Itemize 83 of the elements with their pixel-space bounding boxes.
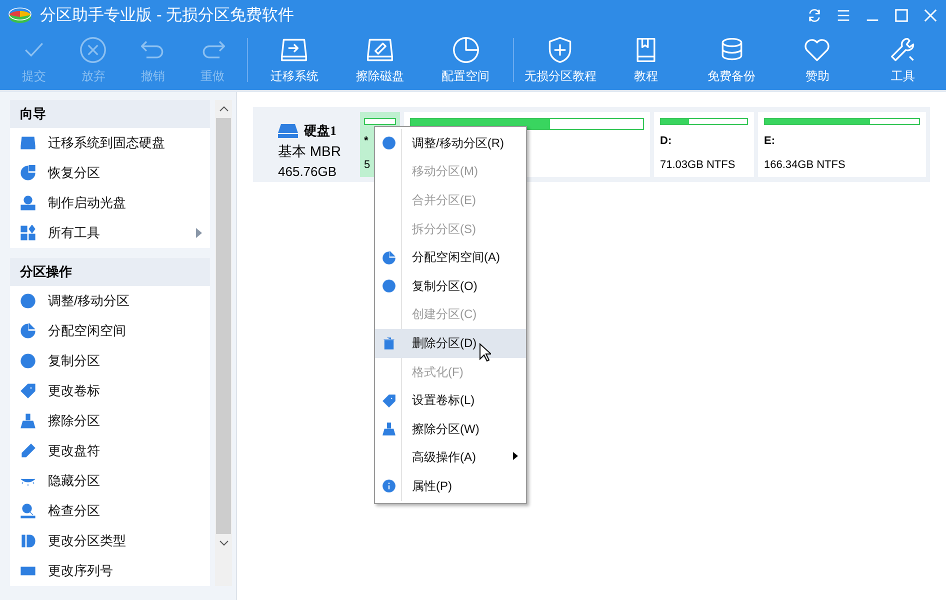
- sidebar-item-label: 分配空闲空间: [48, 322, 126, 340]
- section-header: 分区操作: [10, 258, 210, 286]
- menu-item[interactable]: 设置卷标(L): [375, 386, 526, 415]
- tag-icon: [382, 394, 396, 408]
- menu-item[interactable]: 分配空闲空间(A): [375, 243, 526, 272]
- mouse-cursor-icon: [479, 343, 491, 363]
- sidebar-item-label: 更改盘符: [48, 442, 100, 460]
- sidebar-item[interactable]: 检查分区: [10, 496, 210, 526]
- scroll-down-icon[interactable]: [218, 540, 228, 546]
- sidebar-item[interactable]: 复制分区: [10, 346, 210, 376]
- toolbar-button[interactable]: 工具: [860, 30, 946, 90]
- id-icon: [20, 533, 36, 549]
- toolbar-button[interactable]: 迁移系统: [251, 30, 338, 90]
- app-logo-icon: [8, 5, 32, 25]
- sidebar-item[interactable]: 分配空闲空间: [10, 316, 210, 346]
- toolbar-button[interactable]: 配置空间: [422, 30, 509, 90]
- sidebar-item-label: 检查分区: [48, 502, 100, 520]
- partition-letter: D:: [660, 135, 672, 147]
- search-icon: [20, 503, 36, 519]
- menu-item[interactable]: 擦除分区(W): [375, 414, 526, 444]
- sidebar-item-label: 更改分区类型: [48, 532, 126, 550]
- partition-letter: E:: [764, 135, 775, 147]
- close-icon[interactable]: [923, 8, 938, 22]
- window-title: 分区助手专业版 - 无损分区免费软件: [40, 6, 294, 26]
- sidebar-item[interactable]: 所有工具: [10, 218, 210, 248]
- maximize-icon[interactable]: [894, 8, 909, 22]
- section-header: 向导: [10, 100, 210, 128]
- sidebar-item[interactable]: 调整/移动分区: [10, 286, 210, 316]
- menu-icon[interactable]: [836, 8, 851, 22]
- sidebar-item-label: 复制分区: [48, 352, 100, 370]
- toolbar-button[interactable]: 擦除磁盘: [337, 30, 423, 90]
- sidebar-item[interactable]: 更改序列号: [10, 556, 210, 586]
- toolbar-button[interactable]: 教程: [603, 30, 689, 90]
- sidebar-item-label: 隐藏分区: [48, 472, 100, 490]
- sidebar-item-label: 更改序列号: [48, 562, 113, 580]
- sidebar-item[interactable]: 恢复分区: [10, 158, 210, 188]
- sidebar-item[interactable]: 擦除分区: [10, 406, 210, 436]
- scroll-up-icon[interactable]: [218, 106, 228, 112]
- sidebar-item[interactable]: 更改卷标: [10, 376, 210, 406]
- sidebar-item-label: 制作启动光盘: [48, 194, 126, 212]
- trash-icon: [382, 336, 396, 350]
- partition-info: 71.03GB NTFS: [660, 159, 736, 171]
- menu-item[interactable]: 高级操作(A): [375, 444, 526, 472]
- refresh-icon[interactable]: [807, 8, 822, 22]
- toolbar-button[interactable]: 免费备份: [688, 30, 775, 90]
- partition-info: 5: [364, 159, 370, 171]
- sidebar-item-label: 所有工具: [48, 224, 100, 242]
- sidebar-item-label: 调整/移动分区: [48, 292, 130, 310]
- partition-card[interactable]: E: 166.34GB NTFS: [758, 112, 926, 177]
- menu-item[interactable]: 属性(P): [375, 472, 526, 501]
- menu-item[interactable]: 调整/移动分区(R): [375, 129, 526, 158]
- broom-icon: [382, 422, 396, 436]
- scrollbar[interactable]: [215, 100, 232, 586]
- disk-size: 465.76GB: [278, 164, 338, 179]
- toolbar-button[interactable]: 无损分区教程: [517, 30, 604, 90]
- info-icon: [382, 479, 396, 494]
- sidebar-item[interactable]: 更改盘符: [10, 436, 210, 466]
- sidebar-item-label: 恢复分区: [48, 164, 100, 182]
- sidebar-item-label: 更改卷标: [48, 382, 100, 400]
- grid-icon: [20, 225, 36, 241]
- pie-icon: [20, 323, 36, 339]
- hard-drive-icon: [278, 124, 298, 138]
- sidebar-item[interactable]: 制作启动光盘: [10, 188, 210, 218]
- partition-card[interactable]: D: 71.03GB NTFS: [654, 112, 754, 177]
- partition-info: 166.34GB NTFS: [764, 159, 846, 171]
- menu-item[interactable]: 删除分区(D): [375, 329, 526, 358]
- sidebar-item[interactable]: 更改分区类型: [10, 526, 210, 556]
- sidebar-item-label: 擦除分区: [48, 412, 100, 430]
- menu-item[interactable]: 复制分区(O): [375, 272, 526, 301]
- sidebar-item[interactable]: 迁移系统到固态硬盘: [10, 128, 210, 158]
- pie-icon: [382, 250, 396, 265]
- tag-icon: [20, 383, 36, 399]
- sidebar-item[interactable]: 隐藏分区: [10, 466, 210, 496]
- pie-icon: [452, 36, 480, 64]
- pencil-icon: [20, 443, 36, 459]
- cancel-icon: [79, 36, 108, 64]
- sidebar-item-label: 迁移系统到固态硬盘: [48, 134, 165, 152]
- broom-icon: [20, 413, 36, 429]
- disk-name: 硬盘1: [304, 122, 336, 140]
- toolbar-button[interactable]: 赞助: [774, 30, 860, 90]
- partition-letter: *: [364, 135, 368, 147]
- drive-icon: [20, 135, 36, 151]
- disk-type: 基本 MBR: [278, 143, 342, 161]
